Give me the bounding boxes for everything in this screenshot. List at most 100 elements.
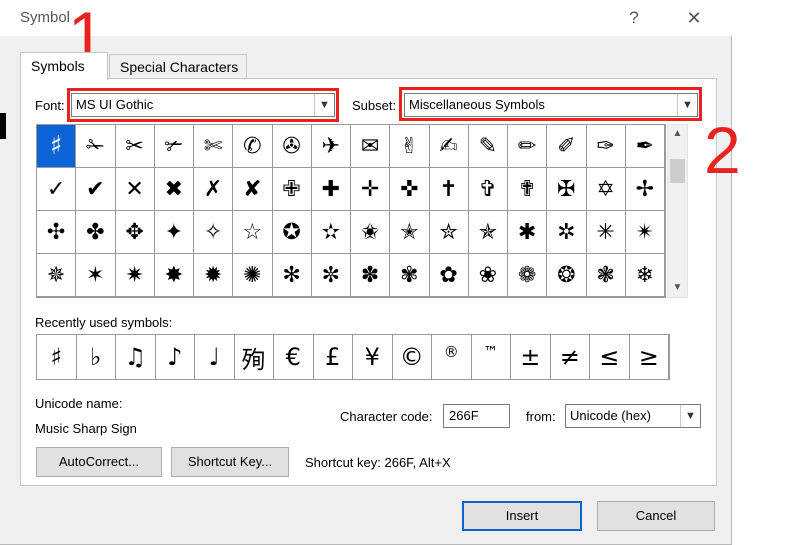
symbol-grid: ♯ ✁ ✂ ✃ ✄ ✆ ✇ ✈ ✉ ✌ ✍ ✎ ✏ ✐ ✑ ✒ ✓ ✔ ✕ ✖ ✗ ✘ ✙ ✚ ✛ ✜ ✝ ✞ ✟ ✠ ✡ ✢ ✣ ✤ ✥ ✦ ✧ ☆ ✪ ✫… xyxy=(36,124,666,298)
symbol-cell[interactable]: ✪ xyxy=(272,211,312,254)
symbol-cell[interactable]: ✳ xyxy=(586,211,626,254)
recent-symbol-cell[interactable]: ≠ xyxy=(551,335,590,379)
symbol-cell[interactable]: ✁ xyxy=(76,125,116,168)
symbol-cell[interactable]: ✉ xyxy=(351,125,391,168)
symbol-cell[interactable]: ✝ xyxy=(429,168,469,211)
symbol-cell[interactable]: ✣ xyxy=(37,211,77,254)
symbol-cell[interactable]: ✜ xyxy=(390,168,430,211)
symbol-cell[interactable]: ✶ xyxy=(76,254,116,297)
symbol-cell[interactable]: ✟ xyxy=(508,168,548,211)
symbol-cell[interactable]: ❂ xyxy=(547,254,587,297)
symbol-cell[interactable]: ✯ xyxy=(468,211,508,254)
scroll-down-icon[interactable]: ▼ xyxy=(668,279,687,297)
recent-symbol-cell[interactable]: ™ xyxy=(472,335,511,379)
symbol-cell[interactable]: ✥ xyxy=(115,211,155,254)
symbol-cell[interactable]: ❃ xyxy=(586,254,626,297)
recent-symbol-cell[interactable]: ≤ xyxy=(590,335,630,379)
symbol-cell[interactable]: ✸ xyxy=(154,254,194,297)
symbol-cell[interactable]: ☆ xyxy=(233,211,273,254)
symbol-cell[interactable]: ✲ xyxy=(547,211,587,254)
recent-symbol-cell[interactable]: ♯ xyxy=(37,335,77,379)
symbol-cell[interactable]: ✦ xyxy=(154,211,194,254)
symbol-cell[interactable]: ✍ xyxy=(429,125,469,168)
insert-button[interactable]: Insert xyxy=(462,501,582,531)
symbol-cell[interactable]: ✄ xyxy=(194,125,234,168)
recent-symbol-cell[interactable]: ± xyxy=(511,335,551,379)
symbol-cell[interactable]: ✽ xyxy=(351,254,391,297)
symbol-cell[interactable]: ✏ xyxy=(508,125,548,168)
symbol-cell[interactable]: ✻ xyxy=(272,254,312,297)
recent-symbol-cell[interactable]: ♩ xyxy=(195,335,235,379)
symbol-cell[interactable]: ✇ xyxy=(272,125,312,168)
from-label: from: xyxy=(526,409,556,424)
symbol-cell[interactable]: ✹ xyxy=(194,254,234,297)
symbol-cell[interactable]: ✚ xyxy=(311,168,351,211)
symbol-cell[interactable]: ✑ xyxy=(586,125,626,168)
symbol-grid-scrollbar[interactable]: ▲ ▼ xyxy=(667,124,688,298)
symbol-cell[interactable]: ✤ xyxy=(76,211,116,254)
recent-symbol-cell[interactable]: ¥ xyxy=(353,335,393,379)
recent-symbol-cell[interactable]: € xyxy=(274,335,314,379)
symbol-cell[interactable]: ✃ xyxy=(154,125,194,168)
symbol-cell[interactable]: ✖ xyxy=(154,168,194,211)
tab-symbols[interactable]: Symbols xyxy=(20,52,108,80)
symbol-cell[interactable]: ✆ xyxy=(233,125,273,168)
symbol-cell[interactable]: ✈ xyxy=(311,125,351,168)
tab-special-characters[interactable]: Special Characters xyxy=(109,54,247,79)
symbol-cell[interactable]: ✢ xyxy=(625,168,665,211)
recent-symbol-cell[interactable]: © xyxy=(393,335,432,379)
symbol-cell[interactable]: ✵ xyxy=(37,254,77,297)
symbol-cell[interactable]: ✮ xyxy=(429,211,469,254)
help-button[interactable]: ? xyxy=(622,6,646,30)
symbol-cell[interactable]: ✱ xyxy=(508,211,548,254)
symbol-cell[interactable]: ✧ xyxy=(194,211,234,254)
unicode-name-value: Music Sharp Sign xyxy=(35,421,137,436)
shortcut-key-button[interactable]: Shortcut Key... xyxy=(171,447,289,477)
symbol-cell[interactable]: ✺ xyxy=(233,254,273,297)
symbol-cell[interactable]: ✙ xyxy=(272,168,312,211)
symbol-cell[interactable]: ✂ xyxy=(115,125,155,168)
symbol-cell[interactable]: ✘ xyxy=(233,168,273,211)
cancel-button[interactable]: Cancel xyxy=(597,501,715,531)
symbol-cell[interactable]: ✾ xyxy=(390,254,430,297)
symbol-cell[interactable]: ✎ xyxy=(468,125,508,168)
close-button[interactable]: ✕ xyxy=(681,6,707,30)
chevron-down-icon[interactable]: ▼ xyxy=(680,405,700,427)
symbol-cell[interactable]: ✡ xyxy=(586,168,626,211)
symbol-cell[interactable]: ♯ xyxy=(37,125,77,168)
scroll-thumb[interactable] xyxy=(670,159,685,183)
symbol-cell[interactable]: ✬ xyxy=(351,211,391,254)
recent-symbol-cell[interactable]: 殉 xyxy=(235,335,274,379)
symbol-cell[interactable]: ✒ xyxy=(625,125,665,168)
symbol-cell[interactable]: ❄ xyxy=(625,254,665,297)
symbol-cell[interactable]: ✴ xyxy=(625,211,665,254)
symbol-cell[interactable]: ✕ xyxy=(115,168,155,211)
character-code-input[interactable]: 266F xyxy=(443,404,510,428)
symbol-cell[interactable]: ✗ xyxy=(194,168,234,211)
symbol-cell[interactable]: ✼ xyxy=(311,254,351,297)
symbol-cell[interactable]: ✭ xyxy=(390,211,430,254)
symbol-cell[interactable]: ✿ xyxy=(429,254,469,297)
symbol-cell[interactable]: ✫ xyxy=(311,211,351,254)
tab-special-characters-label: Special Characters xyxy=(120,59,239,75)
scroll-up-icon[interactable]: ▲ xyxy=(668,125,687,143)
symbol-cell[interactable]: ✌ xyxy=(390,125,430,168)
symbol-cell[interactable]: ❀ xyxy=(468,254,508,297)
recent-symbol-cell[interactable]: ♪ xyxy=(156,335,195,379)
symbol-cell[interactable]: ✐ xyxy=(547,125,587,168)
recent-symbol-cell[interactable]: ≥ xyxy=(630,335,669,379)
symbol-cell[interactable]: ✠ xyxy=(547,168,587,211)
symbol-cell[interactable]: ✔ xyxy=(76,168,116,211)
recent-symbol-cell[interactable]: ♫ xyxy=(116,335,156,379)
symbol-cell[interactable]: ❁ xyxy=(508,254,548,297)
from-combobox[interactable]: Unicode (hex) ▼ xyxy=(565,404,701,428)
recent-symbol-cell[interactable]: ♭ xyxy=(77,335,116,379)
symbol-cell[interactable]: ✛ xyxy=(351,168,391,211)
annotation-number-2: 2 xyxy=(704,113,741,187)
symbol-cell[interactable]: ✷ xyxy=(115,254,155,297)
symbol-cell[interactable]: ✞ xyxy=(468,168,508,211)
recent-symbol-cell[interactable]: £ xyxy=(314,335,353,379)
symbol-cell[interactable]: ✓ xyxy=(37,168,77,211)
recent-symbol-cell[interactable]: ® xyxy=(432,335,472,379)
autocorrect-button[interactable]: AutoCorrect... xyxy=(36,447,162,477)
